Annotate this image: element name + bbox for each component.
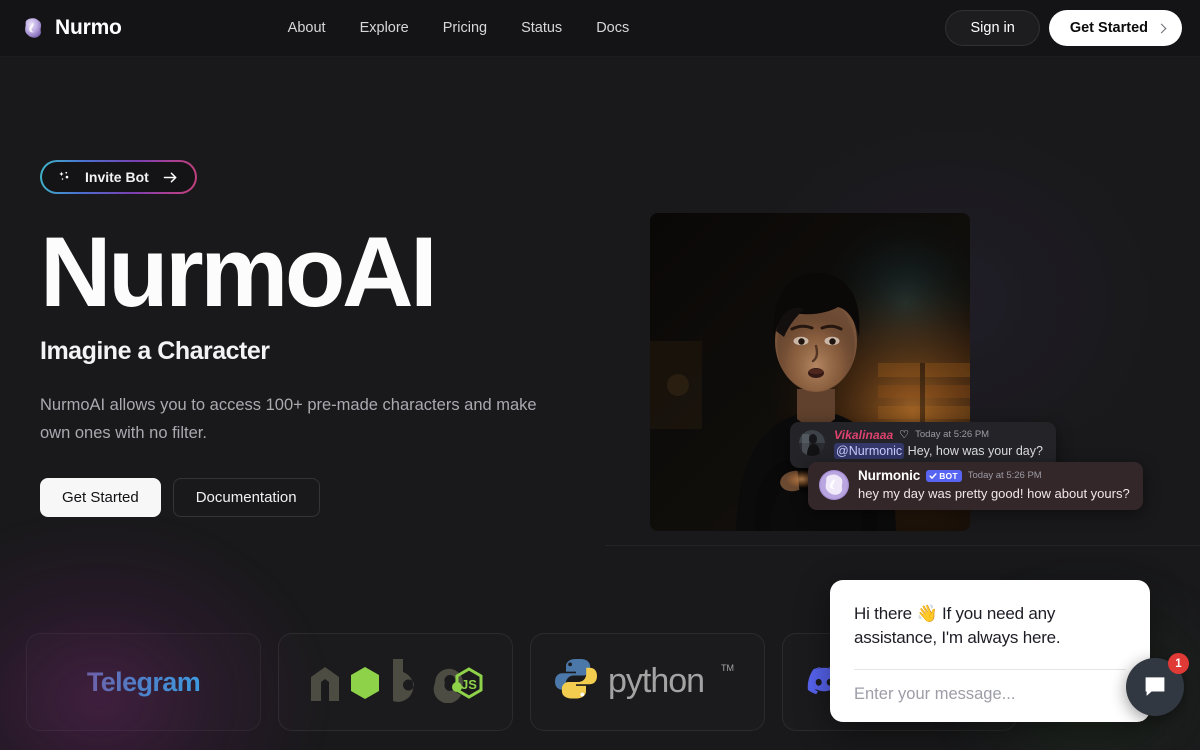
sparkles-icon [57, 170, 71, 184]
python-wordmark-icon: python TM [553, 655, 743, 710]
invite-bot-button[interactable]: Invite Bot [40, 160, 197, 194]
get-started-nav-button[interactable]: Get Started [1048, 10, 1182, 46]
hero-documentation-button[interactable]: Documentation [172, 477, 320, 517]
support-chat-widget: Hi there 👋 If you need any assistance, I… [830, 580, 1150, 722]
chat-launcher-button[interactable]: 1 [1126, 653, 1189, 716]
hero-section: Invite Bot NurmoAI Imagine a Character N… [0, 57, 1200, 560]
avatar [799, 430, 825, 456]
chat-greeting-text: Hi there 👋 If you need any assistance, I… [854, 604, 1061, 648]
svg-text:TM: TM [721, 663, 734, 673]
bot-author-name: Nurmonic [858, 468, 921, 483]
hero-cta-group: Get Started Documentation [40, 477, 640, 517]
verified-check-icon [929, 472, 937, 480]
svg-text:JS: JS [461, 677, 477, 692]
unread-count-badge: 1 [1168, 653, 1189, 674]
nav-link-about[interactable]: About [288, 20, 326, 36]
discord-message-bot: Nurmonic BOT Today at 5:26 PM hey my day… [808, 462, 1143, 510]
get-started-nav-label: Get Started [1069, 20, 1148, 36]
nav-link-docs[interactable]: Docs [596, 20, 629, 36]
brand-name-text: Nurmo [55, 16, 122, 39]
nav-links-group: About Explore Pricing Status Docs [288, 20, 630, 36]
chat-divider [854, 669, 1126, 670]
svg-text:python: python [608, 662, 704, 700]
hero-description: NurmoAI allows you to access 100+ pre-ma… [40, 396, 537, 443]
status-badge: BOT [926, 469, 962, 482]
chevron-right-icon [1156, 23, 1167, 33]
nodejs-wordmark-icon: JS [307, 657, 485, 708]
nurmo-blob-logo-icon [22, 17, 44, 39]
bot-message-timestamp: Today at 5:26 PM [967, 470, 1042, 481]
discord-message-user: Vikalinaaa ♡ Today at 5:26 PM @Nurmonic … [790, 422, 1056, 468]
logo-card-telegram[interactable]: Telegram [26, 633, 261, 731]
top-navigation-bar: Nurmo About Explore Pricing Status Docs … [0, 0, 1200, 57]
page-title: NurmoAI [40, 216, 438, 327]
chat-message-input[interactable] [854, 685, 1126, 704]
message-timestamp: Today at 5:26 PM [915, 429, 990, 441]
message-text: @Nurmonic Hey, how was your day? [834, 443, 1043, 460]
bot-avatar [819, 470, 849, 500]
logo-card-nodejs[interactable]: JS [278, 633, 513, 731]
chat-bubble-icon [1143, 676, 1167, 698]
bot-message-text: hey my day was pretty good! how about yo… [858, 485, 1130, 501]
invite-bot-label: Invite Bot [85, 169, 149, 185]
hero-text-column: Invite Bot NurmoAI Imagine a Character N… [40, 160, 640, 560]
user-mention[interactable]: @Nurmonic [834, 443, 905, 459]
message-body-text: Hey, how was your day? [907, 444, 1043, 458]
arrow-right-icon [163, 171, 178, 184]
sign-in-button[interactable]: Sign in [945, 10, 1040, 46]
nav-actions-group: Sign in Get Started [945, 10, 1182, 46]
telegram-wordmark-icon: Telegram [86, 666, 201, 697]
logo-card-python[interactable]: python TM [530, 633, 765, 731]
hero-subtitle: Imagine a Character [40, 337, 270, 366]
nav-link-status[interactable]: Status [521, 20, 562, 36]
hero-get-started-button[interactable]: Get Started [40, 477, 161, 517]
hero-visual-column: Vikalinaaa ♡ Today at 5:26 PM @Nurmonic … [650, 160, 1170, 560]
message-author-name: Vikalinaaa [834, 428, 894, 442]
white-heart-icon: ♡ [899, 428, 910, 441]
bot-badge-label: BOT [939, 470, 958, 481]
nav-link-explore[interactable]: Explore [360, 20, 409, 36]
brand-logo-link[interactable]: Nurmo [22, 16, 122, 40]
nav-link-pricing[interactable]: Pricing [443, 20, 487, 36]
